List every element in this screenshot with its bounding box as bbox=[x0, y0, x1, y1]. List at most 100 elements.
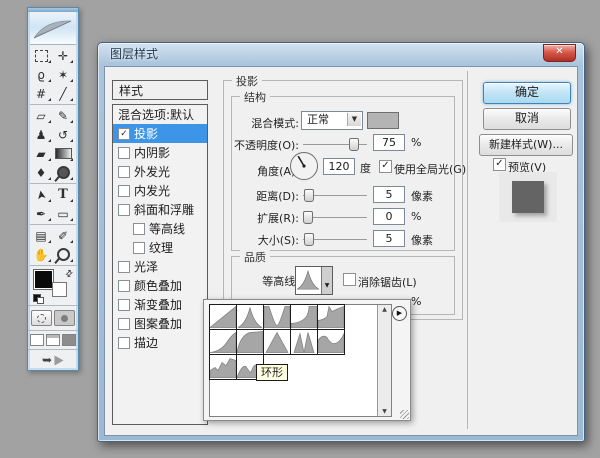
angle-input[interactable]: 120 bbox=[323, 158, 355, 175]
checkbox[interactable] bbox=[118, 184, 130, 197]
opacity-slider-thumb[interactable] bbox=[349, 138, 360, 151]
clone-stamp-tool[interactable]: ♟ bbox=[30, 125, 52, 144]
ok-button[interactable]: 确定 bbox=[483, 82, 571, 104]
style-item-satin[interactable]: 光泽 bbox=[113, 257, 207, 276]
global-light-checkbox[interactable]: ✓ bbox=[379, 160, 392, 173]
contour-thumb-ring-double[interactable] bbox=[290, 329, 318, 355]
quick-mask-mode-button[interactable] bbox=[54, 310, 75, 326]
notes-tool[interactable]: ▤ bbox=[30, 226, 52, 245]
distance-slider[interactable] bbox=[303, 189, 367, 202]
close-button[interactable]: ✕ bbox=[543, 44, 576, 62]
spread-slider-thumb[interactable] bbox=[303, 211, 313, 224]
scroll-down-icon[interactable]: ▼ bbox=[378, 408, 391, 415]
contour-thumb-half-round[interactable] bbox=[236, 329, 264, 355]
hand-tool[interactable]: ✋ bbox=[30, 245, 52, 264]
blur-tool[interactable]: ♦ bbox=[30, 163, 52, 182]
contour-dropdown-arrow-icon[interactable]: ▼ bbox=[321, 267, 332, 294]
style-item-pattern-overlay[interactable]: 图案叠加 bbox=[113, 314, 207, 333]
checkbox[interactable] bbox=[133, 241, 145, 254]
shape-tool[interactable]: ▭ bbox=[52, 204, 74, 223]
foreground-color-swatch[interactable] bbox=[33, 269, 54, 290]
rectangular-marquee-tool[interactable] bbox=[30, 46, 52, 65]
size-slider[interactable] bbox=[303, 233, 367, 246]
magic-wand-tool[interactable]: ✶ bbox=[52, 65, 74, 84]
antialias-checkbox[interactable] bbox=[343, 273, 356, 286]
contour-thumb-cone[interactable] bbox=[236, 304, 264, 330]
style-item-drop-shadow[interactable]: ✓ 投影 bbox=[113, 124, 207, 143]
spread-slider[interactable] bbox=[303, 211, 367, 224]
contour-thumb-cove-deep[interactable] bbox=[290, 304, 318, 330]
history-brush-tool[interactable]: ↺ bbox=[52, 125, 74, 144]
gradient-tool[interactable] bbox=[52, 144, 74, 163]
path-selection-tool[interactable]: ➤ bbox=[30, 185, 52, 204]
style-item-texture[interactable]: 纹理 bbox=[113, 238, 207, 257]
contour-scrollbar[interactable]: ▲ ▼ bbox=[377, 305, 391, 416]
checkbox[interactable] bbox=[118, 260, 130, 273]
angle-dial[interactable] bbox=[289, 151, 319, 181]
brush-tool[interactable]: ✎ bbox=[52, 106, 74, 125]
contour-thumb-gaussian[interactable] bbox=[209, 329, 237, 355]
checkbox[interactable] bbox=[118, 317, 130, 330]
contour-thumb-dome-dip[interactable] bbox=[317, 329, 345, 355]
jump-to-imageready[interactable]: ➥ bbox=[28, 351, 78, 369]
checkbox[interactable] bbox=[118, 146, 130, 159]
checkbox[interactable] bbox=[118, 336, 130, 349]
size-slider-thumb[interactable] bbox=[304, 233, 315, 246]
style-item-stroke[interactable]: 描边 bbox=[113, 333, 207, 352]
style-item-contour[interactable]: 等高线 bbox=[113, 219, 207, 238]
style-item-inner-shadow[interactable]: 内阴影 bbox=[113, 143, 207, 162]
contour-thumb-rolling-slope[interactable] bbox=[317, 304, 345, 330]
scroll-up-icon[interactable]: ▲ bbox=[378, 306, 391, 313]
background-color-swatch[interactable] bbox=[52, 282, 67, 297]
new-style-button[interactable]: 新建样式(W)... bbox=[479, 134, 573, 156]
spread-input[interactable]: 0 bbox=[373, 208, 405, 225]
healing-brush-tool[interactable]: ▱ bbox=[30, 106, 52, 125]
style-item-bevel-emboss[interactable]: 斜面和浮雕 bbox=[113, 200, 207, 219]
pen-tool[interactable]: ✒ bbox=[30, 204, 52, 223]
opacity-input[interactable]: 75 bbox=[373, 134, 405, 151]
style-item-gradient-overlay[interactable]: 渐变叠加 bbox=[113, 295, 207, 314]
move-tool[interactable]: ✛ bbox=[52, 46, 74, 65]
contour-flyout-menu-button[interactable]: ▶ bbox=[392, 306, 407, 321]
fullscreen-menubar-button[interactable] bbox=[46, 334, 60, 346]
lasso-tool[interactable]: ϱ bbox=[30, 65, 52, 84]
dodge-tool[interactable] bbox=[52, 163, 74, 182]
zoom-tool[interactable] bbox=[52, 245, 74, 264]
preview-checkbox[interactable]: ✓ bbox=[493, 158, 506, 171]
palette-titlebar[interactable] bbox=[28, 8, 78, 12]
contour-picker-button[interactable]: ▼ bbox=[295, 266, 333, 295]
contour-thumb-jagged[interactable] bbox=[209, 354, 237, 380]
distance-slider-thumb[interactable] bbox=[304, 189, 315, 202]
style-item-blending-options[interactable]: 混合选项:默认 bbox=[113, 105, 207, 124]
size-input[interactable]: 5 bbox=[373, 230, 405, 247]
standard-screen-button[interactable] bbox=[30, 334, 44, 346]
eyedropper-tool[interactable]: ✐ bbox=[52, 226, 74, 245]
checkbox[interactable]: ✓ bbox=[118, 127, 130, 140]
contour-thumb-ring[interactable] bbox=[263, 329, 291, 355]
checkbox[interactable] bbox=[118, 165, 130, 178]
style-item-color-overlay[interactable]: 颜色叠加 bbox=[113, 276, 207, 295]
dialog-titlebar[interactable]: 图层样式 bbox=[98, 43, 584, 65]
checkbox[interactable] bbox=[118, 203, 130, 216]
distance-input[interactable]: 5 bbox=[373, 186, 405, 203]
checkbox[interactable] bbox=[118, 279, 130, 292]
shadow-color-swatch[interactable] bbox=[367, 112, 399, 129]
contour-thumb-cone-inverted[interactable] bbox=[263, 304, 291, 330]
eraser-tool[interactable]: ▰ bbox=[30, 144, 52, 163]
style-item-outer-glow[interactable]: 外发光 bbox=[113, 162, 207, 181]
type-tool[interactable]: T bbox=[52, 185, 74, 204]
contour-thumb-linear[interactable] bbox=[209, 304, 237, 330]
fullscreen-button[interactable] bbox=[62, 334, 76, 346]
standard-mode-button[interactable] bbox=[31, 310, 52, 326]
chevron-down-icon[interactable]: ▼ bbox=[347, 113, 361, 126]
checkbox[interactable] bbox=[118, 298, 130, 311]
slice-tool[interactable]: ╱ bbox=[52, 84, 74, 103]
crop-tool[interactable]: # bbox=[30, 84, 52, 103]
popup-resize-grip[interactable] bbox=[400, 410, 409, 419]
opacity-slider[interactable] bbox=[303, 138, 367, 151]
blend-mode-dropdown[interactable]: 正常 ▼ bbox=[301, 111, 363, 130]
swap-colors-icon[interactable]: ⇄ bbox=[64, 268, 76, 280]
checkbox[interactable] bbox=[133, 222, 145, 235]
cancel-button[interactable]: 取消 bbox=[483, 108, 571, 130]
style-item-inner-glow[interactable]: 内发光 bbox=[113, 181, 207, 200]
